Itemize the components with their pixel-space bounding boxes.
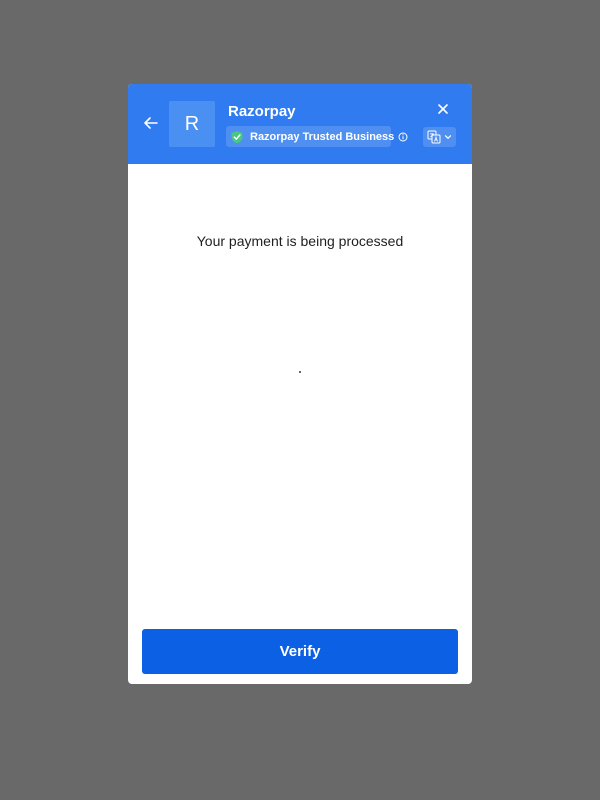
merchant-name: Razorpay [228,103,296,120]
chevron-down-icon [444,135,452,139]
close-button[interactable] [436,102,450,116]
trusted-business-badge[interactable]: Razorpay Trusted Business [226,126,408,147]
translate-icon [427,130,441,144]
shield-check-icon [231,130,243,143]
checkout-header: R Razorpay Razorpay Trusted Business [128,84,472,164]
checkout-modal: R Razorpay Razorpay Trusted Business You… [128,84,472,684]
loading-spinner [299,371,301,373]
trusted-business-label: Razorpay Trusted Business [250,130,395,143]
arrow-left-icon [144,117,158,129]
close-icon [438,104,448,114]
info-icon [398,132,408,141]
verify-button[interactable]: Verify [142,629,458,674]
payment-status-text: Your payment is being processed [196,233,404,249]
language-selector[interactable] [423,127,456,147]
back-button[interactable] [142,114,160,132]
merchant-logo: R [169,101,215,147]
